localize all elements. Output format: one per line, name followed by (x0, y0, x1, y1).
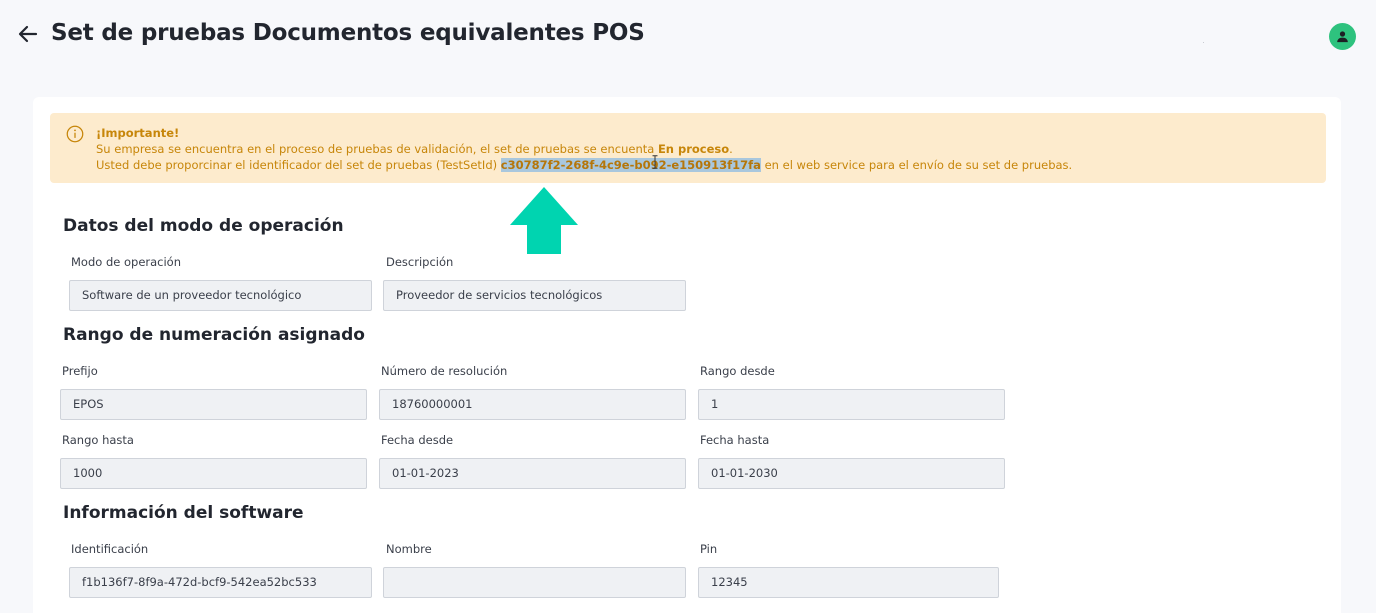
alert-line-1-prefix: Su empresa se encuentra en el proceso de… (96, 142, 658, 156)
back-button[interactable] (16, 22, 40, 46)
alert-status: En proceso (657, 142, 730, 156)
divider-dot (1203, 42, 1204, 43)
arrow-up-icon (510, 187, 578, 254)
testset-id-text[interactable]: c30787f2-268f-4c9e-b092-e150913f17fa (500, 158, 761, 172)
alert-message: ¡Importante! Su empresa se encuentra en … (96, 125, 1072, 173)
text-cursor-icon (652, 154, 658, 169)
user-avatar-button[interactable] (1329, 23, 1356, 50)
software-name-label: Nombre (386, 542, 432, 556)
prefix-label: Prefijo (62, 364, 98, 378)
section-title-software: Información del software (63, 503, 304, 523)
arrow-left-icon (18, 25, 38, 43)
pin-label: Pin (700, 542, 718, 556)
mode-input[interactable]: Software de un proveedor tecnológico (69, 280, 372, 311)
mode-label: Modo de operación (71, 255, 182, 269)
section-title-operation: Datos del modo de operación (63, 216, 344, 236)
pin-input[interactable]: 12345 (698, 567, 999, 598)
prefix-input[interactable]: EPOS (60, 389, 367, 420)
description-input[interactable]: Proveedor de servicios tecnológicos (383, 280, 686, 311)
user-icon (1337, 31, 1348, 43)
software-id-input[interactable]: f1b136f7-8f9a-472d-bcf9-542ea52bc533 (69, 567, 372, 598)
range-to-input[interactable]: 1000 (60, 458, 367, 489)
resolution-input[interactable]: 18760000001 (379, 389, 686, 420)
date-from-label: Fecha desde (381, 433, 454, 447)
alert-line-2-suffix: en el web service para el envío de su se… (760, 158, 1073, 172)
range-from-input[interactable]: 1 (698, 389, 1005, 420)
range-to-label: Rango hasta (62, 433, 134, 447)
alert-line-1-suffix: . (729, 142, 733, 156)
page-header: Set de pruebas Documentos equivalentes P… (0, 0, 1376, 72)
date-from-input[interactable]: 01-01-2023 (379, 458, 686, 489)
date-to-label: Fecha hasta (700, 433, 770, 447)
page-title: Set de pruebas Documentos equivalentes P… (51, 20, 645, 46)
alert-line-1: Su empresa se encuentra en el proceso de… (96, 141, 1072, 157)
alert-line-2: Usted debe proporcinar el identificador … (96, 157, 1072, 173)
software-name-input[interactable] (383, 567, 686, 598)
info-icon (66, 125, 84, 143)
section-title-numbering: Rango de numeración asignado (63, 325, 365, 345)
date-to-input[interactable]: 01-01-2030 (698, 458, 1005, 489)
software-id-label: Identificación (71, 542, 149, 556)
resolution-label: Número de resolución (381, 364, 508, 378)
alert-title: ¡Importante! (96, 126, 180, 140)
range-from-label: Rango desde (700, 364, 775, 378)
alert-line-2-prefix: Usted debe proporcinar el identificador … (96, 158, 501, 172)
description-label: Descripción (386, 255, 454, 269)
